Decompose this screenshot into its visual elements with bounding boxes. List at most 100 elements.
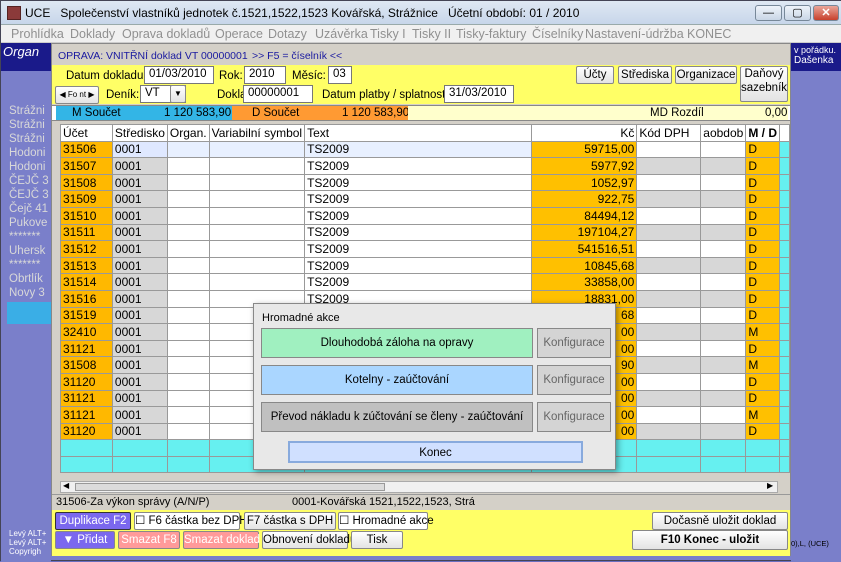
left-list-item[interactable]: Strážni xyxy=(9,119,45,131)
cell-kod-dph[interactable] xyxy=(636,406,702,424)
cell-kod-dph[interactable] xyxy=(636,173,702,192)
cell-stredisko[interactable]: 0001 xyxy=(111,289,168,308)
tisk-button[interactable]: Tisk xyxy=(351,531,403,549)
minimize-button[interactable]: — xyxy=(755,5,782,21)
cell-md[interactable]: D xyxy=(745,273,780,291)
cell-stredisko[interactable]: 0001 xyxy=(111,206,168,225)
menu-tisky-i[interactable]: Tisky I xyxy=(370,27,406,41)
cell-kod-dph[interactable] xyxy=(636,140,702,159)
cell-md[interactable]: D xyxy=(745,422,780,441)
cell-aobdob[interactable] xyxy=(700,339,747,358)
f7-s-dph-button[interactable]: F7 částka s DPH xyxy=(244,512,336,530)
cell-variabilni-symbol[interactable] xyxy=(208,273,306,291)
cell-kod-dph[interactable] xyxy=(636,223,702,242)
left-list-item[interactable]: Novy 3 xyxy=(9,287,45,299)
cell-ucet[interactable]: 32410 xyxy=(60,323,113,341)
rok-field[interactable]: 2010 xyxy=(244,66,286,84)
cell-kod-dph[interactable] xyxy=(636,273,702,291)
cell-aobdob[interactable] xyxy=(700,306,747,325)
cell-stredisko[interactable]: 0001 xyxy=(111,422,168,441)
konfigurace-button-2[interactable]: Konfigurace xyxy=(537,365,611,395)
empty-cell[interactable] xyxy=(700,455,747,474)
cell-organ[interactable] xyxy=(166,173,210,192)
cell-stredisko[interactable]: 0001 xyxy=(111,339,168,358)
cell-md[interactable]: M xyxy=(745,323,780,341)
cell-stredisko[interactable]: 0001 xyxy=(111,406,168,424)
cell-stredisko[interactable]: 0001 xyxy=(111,323,168,341)
cell-organ[interactable] xyxy=(166,306,210,325)
cell-text[interactable]: TS2009 xyxy=(304,157,532,175)
cell-md[interactable]: D xyxy=(745,339,780,358)
cell-kod-dph[interactable] xyxy=(636,356,702,374)
cell-variabilni-symbol[interactable] xyxy=(208,140,306,159)
cell-ucet[interactable]: 31121 xyxy=(60,339,113,358)
empty-cell[interactable] xyxy=(636,455,702,474)
col-kod-dph[interactable]: Kód DPH xyxy=(636,124,702,142)
cell-aobdob[interactable] xyxy=(700,240,747,258)
cell-kod-dph[interactable] xyxy=(636,339,702,358)
f6-bez-dph-checkbox[interactable]: ☐ F6 částka bez DPH xyxy=(134,512,248,530)
col-stredisko[interactable]: Středisko xyxy=(111,124,168,142)
left-list-item[interactable]: Pukove xyxy=(9,217,47,229)
cell-kod-dph[interactable] xyxy=(636,256,702,275)
col-kc[interactable]: Kč xyxy=(530,124,638,142)
cell-stredisko[interactable]: 0001 xyxy=(111,256,168,275)
cell-ucet[interactable]: 31512 xyxy=(60,240,113,258)
ucty-button[interactable]: Účty xyxy=(576,66,614,84)
cell-text[interactable]: TS2009 xyxy=(304,140,532,159)
cell-aobdob[interactable] xyxy=(700,206,747,225)
cell-md[interactable]: D xyxy=(745,173,780,192)
cell-organ[interactable] xyxy=(166,140,210,159)
cell-stredisko[interactable]: 0001 xyxy=(111,157,168,175)
cell-kod-dph[interactable] xyxy=(636,323,702,341)
cell-organ[interactable] xyxy=(166,289,210,308)
table-row[interactable]: 31506 0001 TS2009 59715,00 D xyxy=(60,140,790,159)
col-ucet[interactable]: Účet xyxy=(60,124,113,142)
cell-organ[interactable] xyxy=(166,206,210,225)
col-text[interactable]: Text xyxy=(304,124,532,142)
cell-stredisko[interactable]: 0001 xyxy=(111,273,168,291)
col-md[interactable]: M / D xyxy=(745,124,780,142)
cell-organ[interactable] xyxy=(166,389,210,408)
cell-organ[interactable] xyxy=(166,372,210,391)
cell-ucet[interactable]: 31120 xyxy=(60,422,113,441)
cell-stredisko[interactable]: 0001 xyxy=(111,173,168,192)
cell-variabilni-symbol[interactable] xyxy=(208,206,306,225)
col-organ[interactable]: Organ. xyxy=(166,124,210,142)
cell-kc[interactable]: 197104,27 xyxy=(530,223,638,242)
cell-ucet[interactable]: 31519 xyxy=(60,306,113,325)
hromadne-akce-checkbox[interactable]: ☐ Hromadné akce xyxy=(338,512,434,530)
maximize-button[interactable]: ▢ xyxy=(784,5,811,21)
empty-cell[interactable] xyxy=(700,439,747,457)
empty-cell[interactable] xyxy=(60,439,113,457)
cell-stredisko[interactable]: 0001 xyxy=(111,190,168,208)
cell-md[interactable]: M xyxy=(745,356,780,374)
cell-md[interactable]: D xyxy=(745,206,780,225)
datum-dokladu-field[interactable]: 01/03/2010 xyxy=(144,66,214,84)
cell-aobdob[interactable] xyxy=(700,223,747,242)
cell-organ[interactable] xyxy=(166,356,210,374)
cell-aobdob[interactable] xyxy=(700,422,747,441)
left-list-item[interactable]: ČEJČ 3 xyxy=(9,175,49,187)
cell-aobdob[interactable] xyxy=(700,173,747,192)
left-list-item[interactable]: Obrtlík xyxy=(9,273,43,285)
cell-text[interactable]: TS2009 xyxy=(304,240,532,258)
menu-doklady[interactable]: Doklady xyxy=(70,27,115,41)
cell-stredisko[interactable]: 0001 xyxy=(111,389,168,408)
empty-cell[interactable] xyxy=(745,439,780,457)
cell-md[interactable]: D xyxy=(745,190,780,208)
cell-aobdob[interactable] xyxy=(700,356,747,374)
cell-text[interactable]: TS2009 xyxy=(304,273,532,291)
duplikace-button[interactable]: Duplikace F2 xyxy=(55,512,131,530)
cell-organ[interactable] xyxy=(166,323,210,341)
cell-stredisko[interactable]: 0001 xyxy=(111,223,168,242)
datum-platby-field[interactable]: 31/03/2010 xyxy=(444,85,514,103)
cell-kod-dph[interactable] xyxy=(636,157,702,175)
left-list-item[interactable]: ČEJČ 3 xyxy=(9,189,49,201)
cell-variabilni-symbol[interactable] xyxy=(208,157,306,175)
cell-md[interactable]: D xyxy=(745,289,780,308)
cell-kod-dph[interactable] xyxy=(636,190,702,208)
menu-dotazy[interactable]: Dotazy xyxy=(268,27,307,41)
cell-variabilni-symbol[interactable] xyxy=(208,223,306,242)
cell-md[interactable]: D xyxy=(745,372,780,391)
